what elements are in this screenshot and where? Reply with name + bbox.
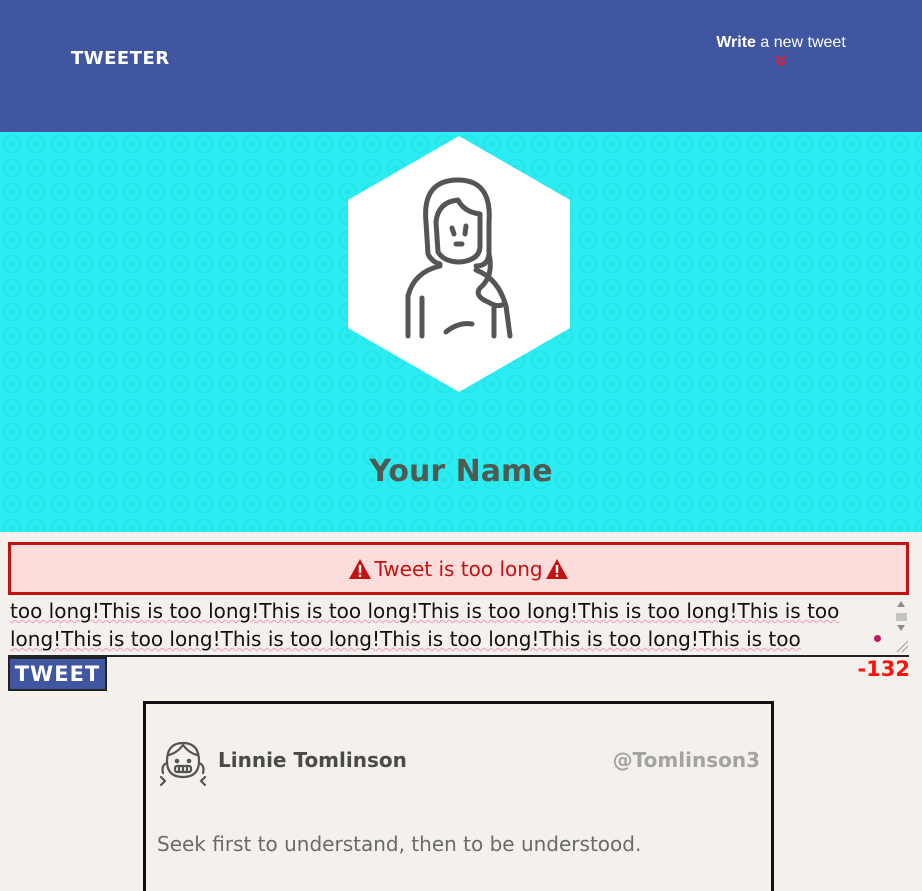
write-new-tweet-label: Write a new tweet bbox=[700, 34, 862, 52]
textarea-scrollbar[interactable] bbox=[893, 597, 909, 655]
user-avatar-icon bbox=[159, 741, 207, 787]
tweet-author-handle: @Tomlinson3 bbox=[612, 748, 760, 772]
double-chevron-down-icon[interactable] bbox=[774, 54, 788, 68]
write-new-tweet-toggle[interactable]: Write a new tweet bbox=[700, 34, 862, 68]
text-cursor bbox=[874, 635, 881, 642]
scroll-thumb[interactable] bbox=[896, 613, 907, 621]
write-label-rest: a new tweet bbox=[755, 34, 846, 51]
tweet-textarea-text[interactable]: too long!This is too long!This is too lo… bbox=[10, 597, 888, 655]
tweet-submit-button[interactable]: TWEET bbox=[8, 657, 107, 691]
top-nav: TWEETER Write a new tweet bbox=[0, 0, 922, 132]
character-counter: -132 bbox=[857, 657, 910, 681]
scroll-up-arrow-icon[interactable] bbox=[897, 601, 905, 607]
warning-triangle-icon bbox=[349, 558, 372, 579]
tweet-content: Seek first to understand, then to be und… bbox=[157, 832, 642, 856]
warning-triangle-icon bbox=[545, 558, 568, 579]
scroll-down-arrow-icon[interactable] bbox=[897, 625, 905, 631]
write-label-bold: Write bbox=[716, 34, 756, 51]
tweet-textarea[interactable]: too long!This is too long!This is too lo… bbox=[8, 597, 909, 657]
profile-name: Your Name bbox=[369, 454, 553, 489]
profile-header: Your Name bbox=[0, 132, 922, 532]
error-banner: Tweet is too long bbox=[8, 542, 909, 595]
error-message: Tweet is too long bbox=[374, 556, 543, 581]
brand-logo: TWEETER bbox=[71, 48, 170, 69]
resize-grip-icon[interactable] bbox=[895, 637, 909, 653]
tweet-author-name: Linnie Tomlinson bbox=[218, 748, 407, 772]
profile-avatar bbox=[348, 136, 570, 392]
tweet-card: Linnie Tomlinson @Tomlinson3 Seek first … bbox=[143, 701, 774, 891]
